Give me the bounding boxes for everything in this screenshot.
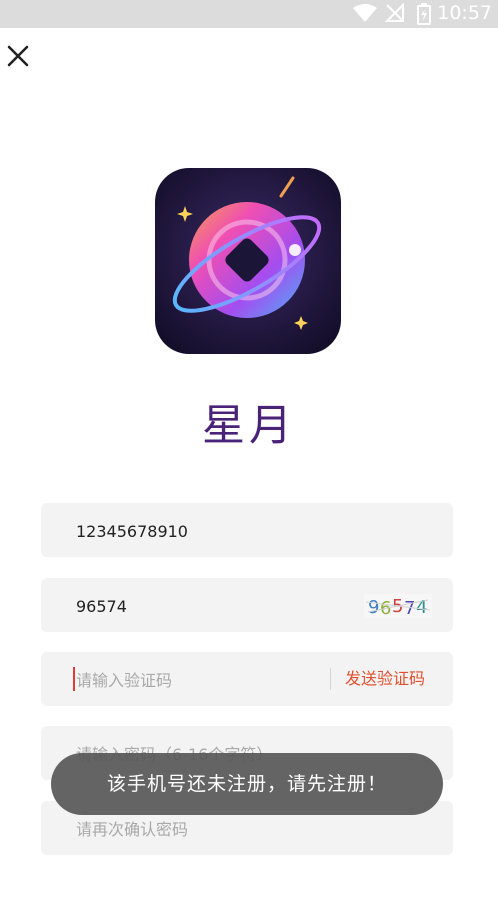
status-time: 10:57 bbox=[437, 2, 492, 24]
sms-code-field[interactable]: 发送验证码 bbox=[41, 652, 453, 708]
close-button[interactable] bbox=[6, 44, 30, 68]
captcha-image[interactable]: 9 6 5 7 4 bbox=[364, 594, 432, 618]
status-bar: 10:57 bbox=[0, 0, 498, 28]
phone-input[interactable] bbox=[74, 503, 428, 559]
no-signal-icon bbox=[385, 3, 404, 22]
captcha-field[interactable]: 9 6 5 7 4 bbox=[41, 578, 453, 634]
send-code-button[interactable]: 发送验证码 bbox=[345, 652, 425, 706]
app-name: 星月 bbox=[202, 401, 296, 451]
svg-text:9: 9 bbox=[368, 597, 379, 618]
phone-field[interactable] bbox=[41, 503, 453, 559]
wifi-icon bbox=[353, 4, 377, 22]
close-icon bbox=[7, 45, 29, 67]
battery-charging-icon bbox=[417, 3, 431, 25]
app-logo bbox=[155, 168, 341, 354]
sms-code-input[interactable] bbox=[74, 652, 318, 708]
toast-message: 该手机号还未注册，请先注册！ bbox=[51, 753, 443, 815]
captcha-input[interactable] bbox=[74, 578, 348, 634]
field-divider bbox=[330, 668, 331, 690]
